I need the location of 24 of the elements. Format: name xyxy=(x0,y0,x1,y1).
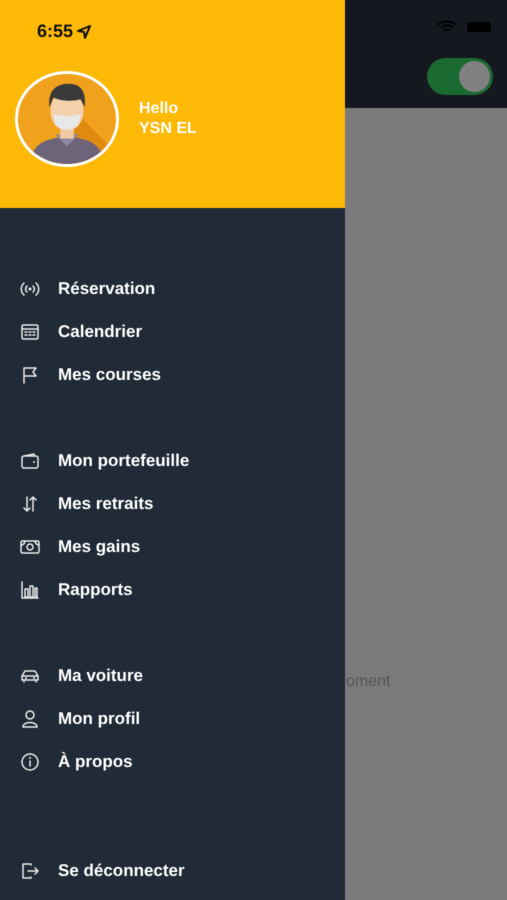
battery-icon xyxy=(467,21,493,33)
wallet-icon xyxy=(20,450,40,470)
logout-icon xyxy=(20,860,40,880)
menu-item[interactable]: À propos xyxy=(0,740,345,783)
menu-item[interactable]: Ma voiture xyxy=(0,654,345,697)
person-icon xyxy=(20,708,40,728)
status-time: 6:55 xyxy=(37,20,74,43)
location-arrow-icon xyxy=(77,24,92,38)
menu-item[interactable]: Se déconnecter xyxy=(0,849,345,892)
greeting: Hello xyxy=(139,99,180,119)
menu-item[interactable]: Mes gains xyxy=(0,525,345,568)
menu-item[interactable]: Mes courses xyxy=(0,353,345,396)
toggle-switch[interactable] xyxy=(427,58,493,95)
calendar-icon xyxy=(20,322,40,342)
user-name: YSN EL xyxy=(139,119,197,139)
info-icon xyxy=(20,752,40,772)
bar-chart-icon xyxy=(20,580,40,600)
menu-item[interactable]: Mon portefeuille xyxy=(0,439,345,482)
wifi-icon xyxy=(437,20,457,34)
menu-item[interactable]: Rapports xyxy=(0,568,345,611)
menu-item[interactable]: Mon profil xyxy=(0,697,345,740)
menu-item[interactable]: Mes retraits xyxy=(0,482,345,525)
menu-item[interactable]: Calendrier xyxy=(0,310,345,353)
menu-item[interactable]: Réservation xyxy=(0,267,345,310)
